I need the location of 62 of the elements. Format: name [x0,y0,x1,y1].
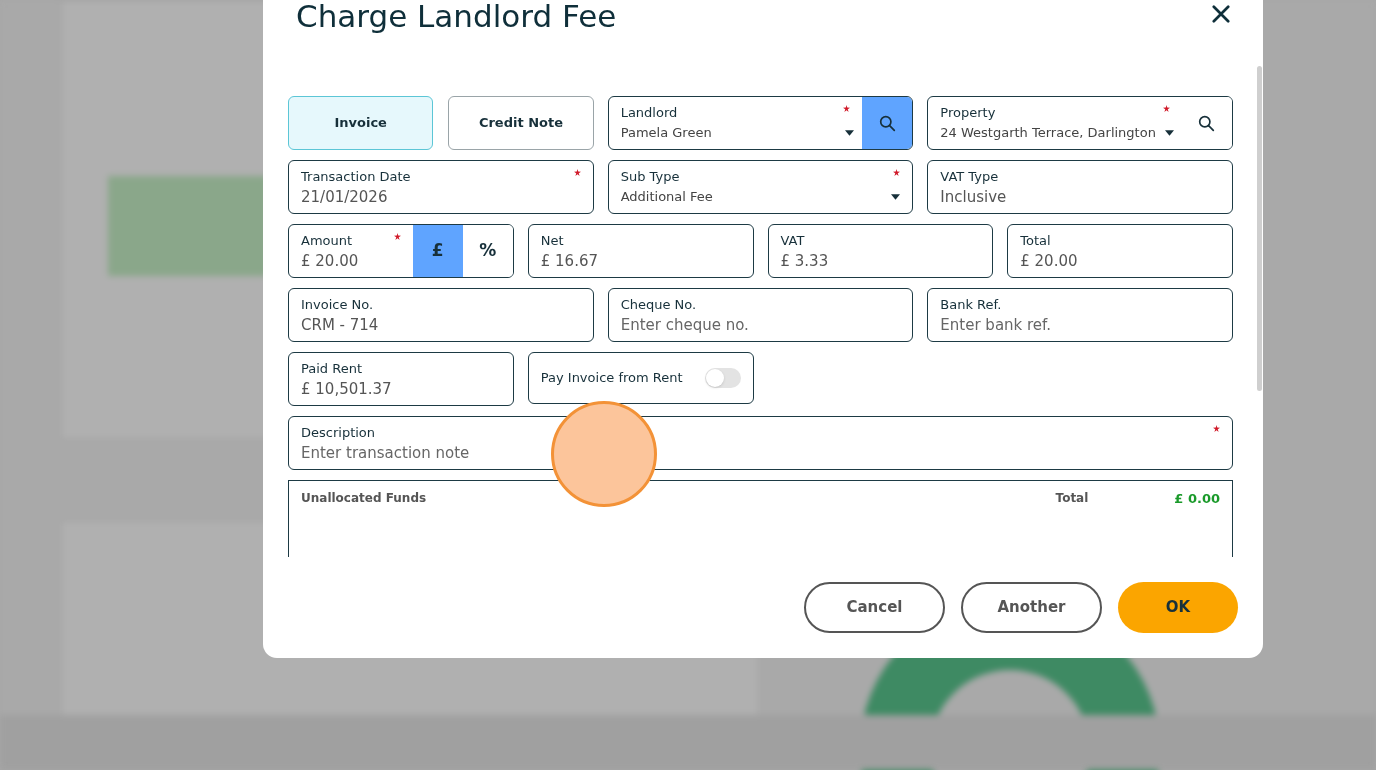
toggle-field[interactable]: Pay Invoice from Rent [527,352,754,404]
field-placeholder: Enter bank ref. [940,315,1053,335]
amount-field[interactable]: Amount £ 20.00 £ % [288,224,514,278]
dialog-button[interactable]: OK [1118,582,1238,633]
field-label: Amount [301,232,354,250]
field-value: 21/01/2026 [301,187,389,207]
dialog-button[interactable]: Cancel [804,582,945,633]
field-label: VAT Type [940,168,1000,186]
caret-icon [1165,130,1174,136]
caret-icon [891,194,901,200]
total-amount: £ 0.00 [1174,490,1220,508]
text-field[interactable]: VAT Type Inclusive [927,160,1233,214]
field-value: Inclusive [940,187,1008,207]
field-label: VAT [780,232,806,250]
field-value: Additional Fee [620,188,714,207]
field-label: Cheque No. [620,296,698,314]
field-label: Description [301,424,377,442]
document-type-tab[interactable]: Invoice [288,96,434,150]
toggle-label: Pay Invoice from Rent [540,369,684,388]
field-value: £ 3.33 [780,251,830,271]
dialog-title: Charge Landlord Fee [296,0,617,36]
search-icon [1198,114,1216,132]
unit-toggle[interactable]: £ [412,225,463,277]
document-type-tab[interactable]: Credit Note [448,96,594,150]
search-icon [878,114,896,132]
close-icon [1212,5,1230,23]
field-value: £ 16.67 [540,251,599,271]
field-label: Invoice No. [301,296,375,314]
text-field[interactable]: Total £ 20.00 [1007,224,1233,278]
text-field[interactable]: Invoice No. CRM - 714 [288,288,594,342]
field-label: Paid Rent [301,360,363,378]
dialog-button[interactable]: Another [961,582,1102,633]
field-placeholder: Enter transaction note [301,443,471,463]
field-value: CRM - 714 [301,315,380,335]
text-field[interactable]: Net £ 16.67 [527,224,754,278]
search-button[interactable] [862,97,913,149]
field-value: Pamela Green [620,124,713,143]
text-field[interactable]: Transaction Date 21/01/2026 [288,160,594,214]
field-label: Property [940,104,997,123]
field-value: £ 10,501.37 [301,379,393,399]
text-field[interactable]: Bank Ref. Enter bank ref. [927,288,1233,342]
field-value: £ 20.00 [1020,251,1079,271]
caret-icon [845,130,855,136]
field-placeholder: Enter cheque no. [620,315,750,335]
field-label: Net [540,232,565,250]
text-field[interactable]: Cheque No. Enter cheque no. [607,288,914,342]
lookup-field[interactable]: Landlord Pamela Green [607,96,914,150]
panel-title: Unallocated Funds [301,490,428,507]
field-label: Sub Type [620,168,681,187]
text-field[interactable]: Paid Rent £ 10,501.37 [288,352,514,406]
lookup-field[interactable]: Property 24 Westgarth Terrace, Darlington [927,96,1233,150]
field-label: Landlord [620,104,679,123]
text-field[interactable]: VAT £ 3.33 [767,224,994,278]
text-field[interactable]: Description Enter transaction note [288,416,1233,470]
field-label: Bank Ref. [940,296,1003,314]
field-value: £ 20.00 [301,251,360,271]
field-value: 24 Westgarth Terrace, Darlington [940,124,1157,143]
toggle-switch[interactable] [704,368,741,388]
field-label: Total [1020,232,1052,250]
select-field[interactable]: Sub Type Additional Fee [607,160,914,214]
field-label: Transaction Date [301,168,412,186]
total-label: Total [1055,490,1089,507]
